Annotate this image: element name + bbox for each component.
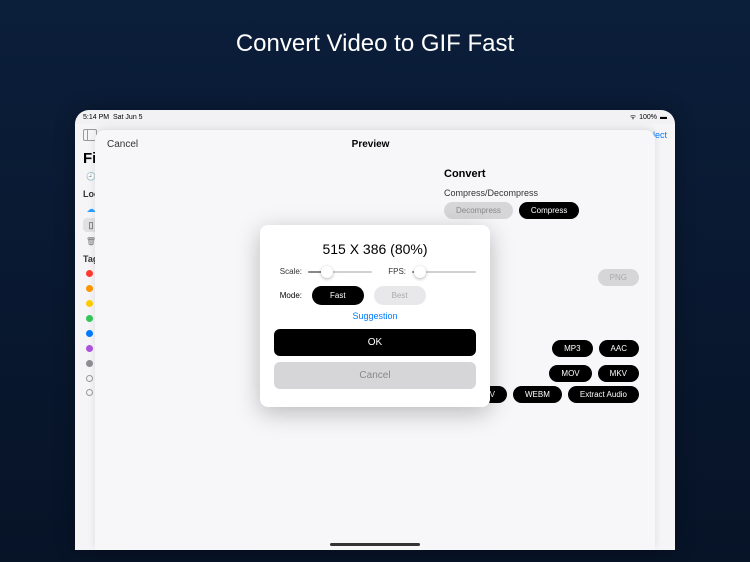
dot-yellow-icon	[86, 300, 93, 307]
status-bar: 5:14 PM Sat Jun 5 ᯤ 100% ▬	[75, 110, 675, 124]
png-button[interactable]: PNG	[598, 269, 639, 286]
scale-label: Scale:	[274, 267, 302, 276]
dot-blue-icon	[86, 330, 93, 337]
mov-button[interactable]: MOV	[549, 365, 591, 382]
device-frame: 5:14 PM Sat Jun 5 ᯤ 100% ▬ Select File F	[75, 110, 675, 550]
fps-slider[interactable]	[412, 271, 476, 273]
decompress-button[interactable]: Decompress	[444, 202, 513, 219]
battery-percent: 100%	[639, 114, 657, 121]
dot-green-icon	[86, 315, 93, 322]
empty-circle-icon	[86, 375, 93, 382]
dimensions-text: 515 X 386 (80%)	[274, 241, 476, 257]
suggestion-link[interactable]: Suggestion	[274, 311, 476, 321]
wifi-icon: ᯤ	[630, 113, 636, 122]
mode-fast-button[interactable]: Fast	[312, 286, 364, 305]
compress-button[interactable]: Compress	[519, 202, 579, 219]
status-time: 5:14 PM Sat Jun 5	[83, 114, 143, 121]
dot-red-icon	[86, 270, 93, 277]
dot-purple-icon	[86, 345, 93, 352]
mode-best-button[interactable]: Best	[374, 286, 426, 305]
extract-audio-button[interactable]: Extract Audio	[568, 386, 639, 403]
preview-title: Preview	[352, 139, 390, 150]
fps-label: FPS:	[378, 267, 406, 276]
convert-heading: Convert	[444, 168, 639, 180]
mp3-button[interactable]: MP3	[552, 340, 592, 357]
mode-label: Mode:	[274, 291, 302, 300]
webm-button[interactable]: WEBM	[513, 386, 562, 403]
scale-slider[interactable]	[308, 271, 372, 273]
empty-circle-icon	[86, 389, 93, 396]
hero-title: Convert Video to GIF Fast	[0, 0, 750, 58]
cancel-button[interactable]: Cancel	[274, 362, 476, 389]
gif-settings-modal: 515 X 386 (80%) Scale: FPS: Mode: Fast B…	[260, 225, 490, 407]
compress-sub: Compress/Decompress	[444, 188, 639, 198]
aac-button[interactable]: AAC	[599, 340, 639, 357]
mkv-button[interactable]: MKV	[598, 365, 639, 382]
dot-orange-icon	[86, 285, 93, 292]
battery-icon: ▬	[660, 114, 667, 121]
home-indicator	[330, 543, 420, 546]
dot-grey-icon	[86, 360, 93, 367]
ok-button[interactable]: OK	[274, 329, 476, 356]
preview-cancel-button[interactable]: Cancel	[107, 139, 138, 150]
